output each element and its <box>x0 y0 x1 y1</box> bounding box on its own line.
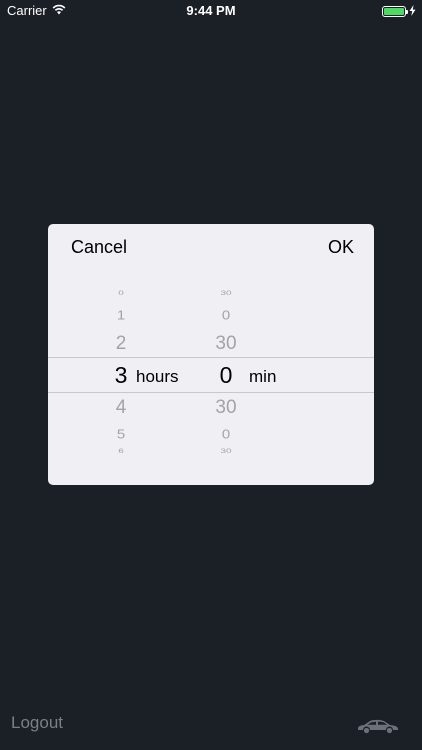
car-icon[interactable] <box>356 718 400 739</box>
duration-picker-dialog: Cancel OK 0 1 2 3 4 5 6 hours 30 0 30 0 … <box>48 224 374 485</box>
minutes-wheel[interactable]: 30 0 30 0 30 0 30 <box>210 270 242 485</box>
battery-icon <box>382 6 408 17</box>
status-time: 9:44 PM <box>186 3 236 18</box>
minutes-selected-value[interactable]: 0 <box>210 362 242 389</box>
hours-option[interactable]: 1 <box>106 308 136 322</box>
minutes-unit-label: min <box>249 367 277 386</box>
minutes-option[interactable]: 0 <box>210 308 242 322</box>
minutes-option[interactable]: 30 <box>210 448 242 455</box>
status-right <box>382 4 416 19</box>
hours-option[interactable]: 0 <box>106 290 136 297</box>
charging-bolt-icon <box>409 4 416 19</box>
hours-option[interactable]: 5 <box>106 427 136 441</box>
duration-picker[interactable]: 0 1 2 3 4 5 6 hours 30 0 30 0 30 0 30 mi… <box>48 270 374 485</box>
status-bar: Carrier 9:44 PM <box>0 0 422 22</box>
dialog-header: Cancel OK <box>48 224 374 270</box>
hours-option[interactable]: 4 <box>106 397 136 419</box>
minutes-option[interactable]: 30 <box>210 397 242 419</box>
ok-button[interactable]: OK <box>328 237 354 258</box>
minutes-option[interactable]: 30 <box>210 333 242 355</box>
hours-unit-label: hours <box>136 367 179 386</box>
cancel-button[interactable]: Cancel <box>71 237 127 258</box>
hours-option[interactable]: 6 <box>106 448 136 455</box>
hours-wheel[interactable]: 0 1 2 3 4 5 6 <box>106 270 136 485</box>
hours-selected-value[interactable]: 3 <box>106 362 136 389</box>
minutes-option[interactable]: 30 <box>210 290 242 297</box>
hours-option[interactable]: 2 <box>106 333 136 355</box>
minutes-option[interactable]: 0 <box>210 427 242 441</box>
logout-button[interactable]: Logout <box>11 713 63 733</box>
